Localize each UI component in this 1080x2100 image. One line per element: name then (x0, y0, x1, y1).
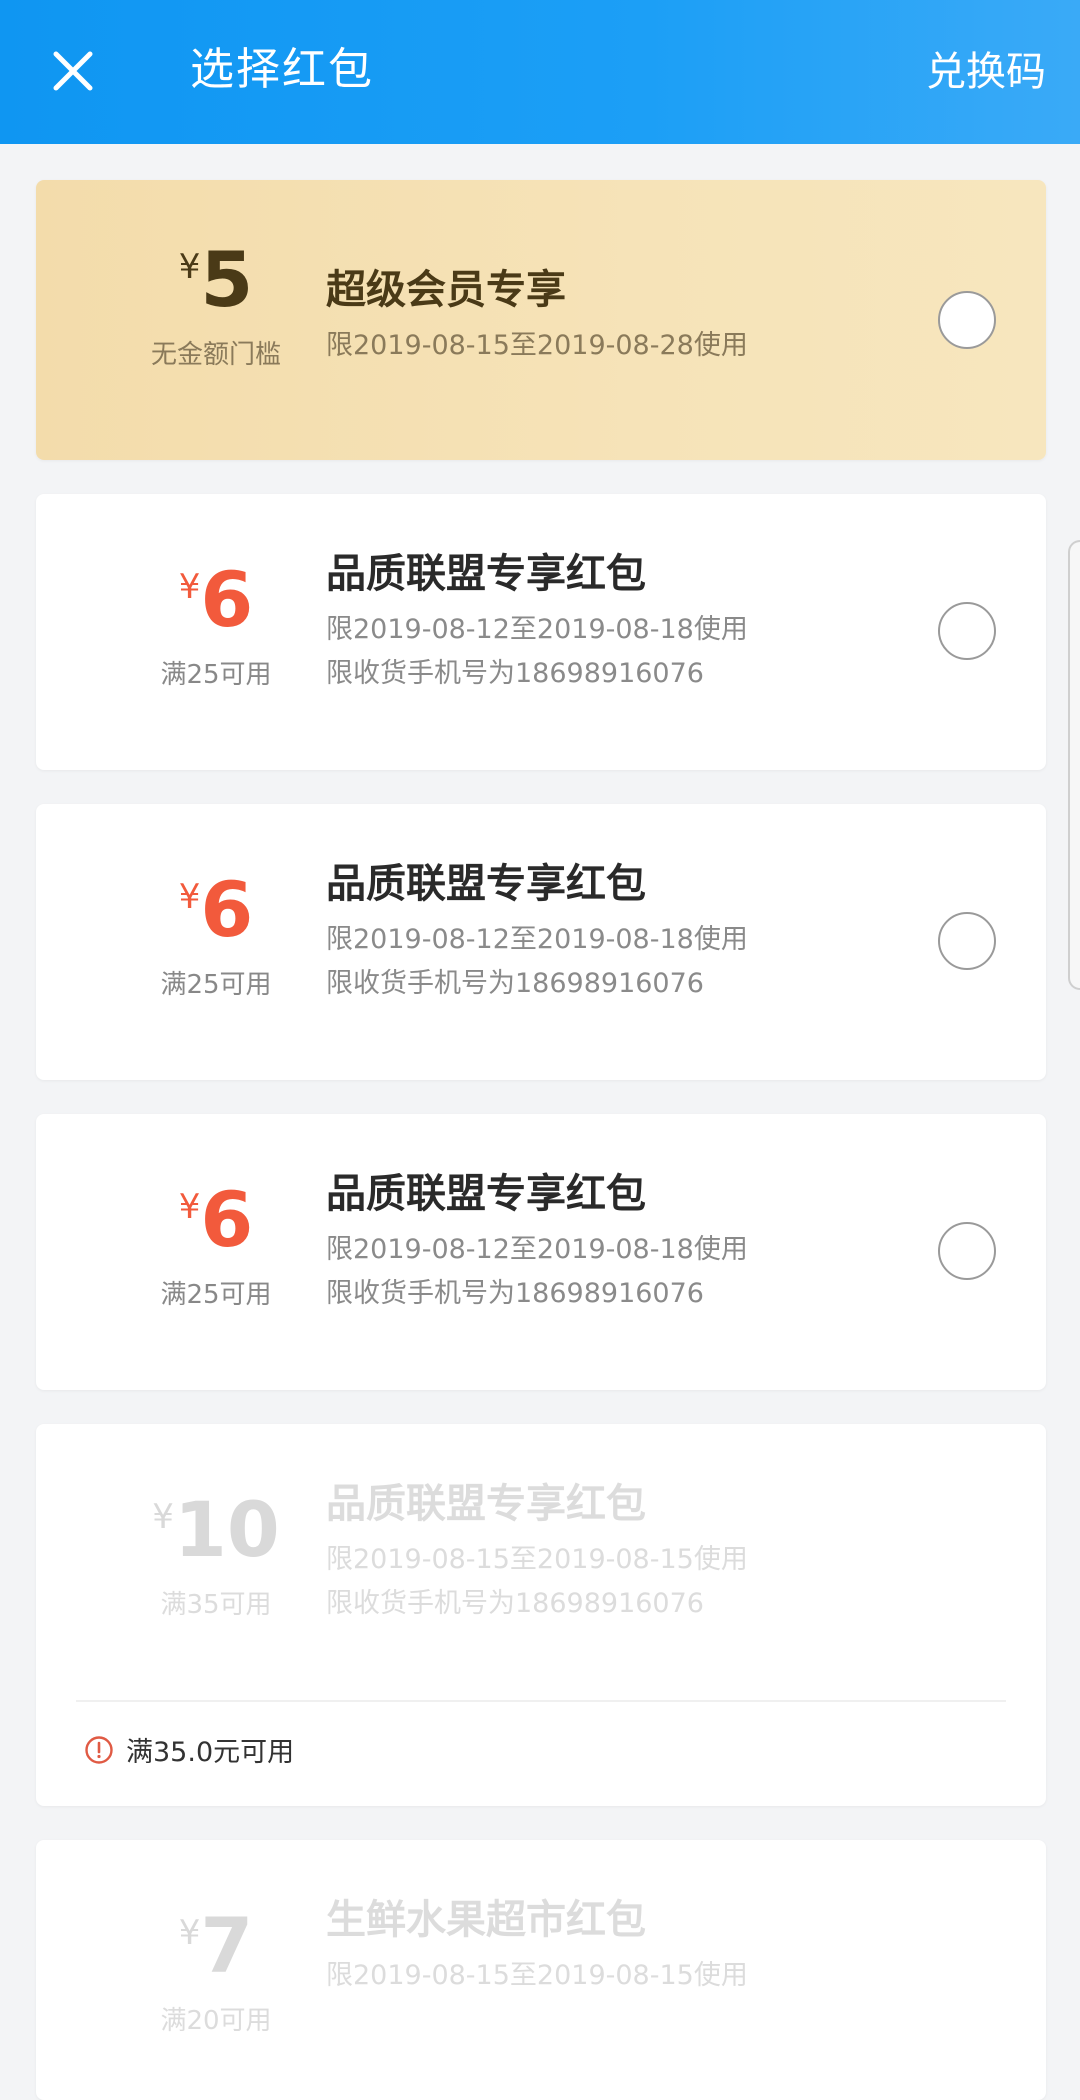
coupon-value: 7 (200, 1901, 254, 1990)
coupon-title: 品质联盟专享红包 (326, 1171, 646, 1217)
select-radio[interactable] (938, 602, 996, 660)
coupon-card[interactable]: ¥5 无金额门槛 超级会员专享 限2019-08-15至2019-08-28使用 (36, 180, 1046, 460)
coupon-phone-restriction: 限收货手机号为18698916076 (326, 968, 704, 999)
unavailable-reason: 满35.0元可用 (84, 1730, 294, 1769)
coupon-validity: 限2019-08-15至2019-08-28使用 (326, 330, 748, 361)
coupon-info: 生鲜水果超市红包 限2019-08-15至2019-08-15使用 (326, 1894, 946, 1998)
coupon-value: 5 (200, 235, 254, 324)
currency-symbol: ¥ (178, 1187, 201, 1227)
coupon-amount: ¥6 满25可用 (96, 562, 336, 691)
edge-scroll-handle[interactable] (1068, 540, 1080, 990)
coupon-amount: ¥6 满25可用 (96, 1182, 336, 1311)
coupon-condition: 满25可用 (160, 1280, 272, 1310)
coupon-condition: 满35可用 (160, 1590, 272, 1620)
coupon-info: 品质联盟专享红包 限2019-08-12至2019-08-18使用 限收货手机号… (326, 1168, 946, 1316)
coupon-condition: 满25可用 (160, 660, 272, 690)
select-radio[interactable] (938, 912, 996, 970)
coupon-phone-restriction: 限收货手机号为18698916076 (326, 658, 704, 689)
coupon-phone-restriction: 限收货手机号为18698916076 (326, 1278, 704, 1309)
currency-symbol: ¥ (178, 247, 201, 287)
coupon-validity: 限2019-08-12至2019-08-18使用 (326, 924, 748, 955)
coupon-title: 品质联盟专享红包 (326, 861, 646, 907)
coupon-title: 超级会员专享 (326, 267, 566, 313)
coupon-info: 品质联盟专享红包 限2019-08-12至2019-08-18使用 限收货手机号… (326, 548, 946, 696)
coupon-validity: 限2019-08-15至2019-08-15使用 (326, 1544, 748, 1575)
currency-symbol: ¥ (152, 1497, 174, 1537)
coupon-value: 6 (200, 865, 254, 954)
coupon-condition: 无金额门槛 (150, 340, 281, 370)
coupon-card-disabled: ¥7 满20可用 生鲜水果超市红包 限2019-08-15至2019-08-15… (36, 1840, 1046, 2100)
coupon-info: 品质联盟专享红包 限2019-08-15至2019-08-15使用 限收货手机号… (326, 1478, 946, 1626)
currency-symbol: ¥ (178, 1913, 201, 1953)
coupon-value: 10 (173, 1485, 280, 1574)
coupon-info: 品质联盟专享红包 限2019-08-12至2019-08-18使用 限收货手机号… (326, 858, 946, 1006)
warning-text: 满35.0元可用 (126, 1737, 295, 1768)
close-button[interactable] (38, 36, 108, 106)
redeem-code-button[interactable]: 兑换码 (926, 44, 1046, 100)
currency-symbol: ¥ (178, 567, 201, 607)
coupon-info: 超级会员专享 限2019-08-15至2019-08-28使用 (326, 264, 946, 368)
coupon-title: 品质联盟专享红包 (326, 1481, 646, 1527)
select-radio[interactable] (938, 1222, 996, 1280)
coupon-card[interactable]: ¥6 满25可用 品质联盟专享红包 限2019-08-12至2019-08-18… (36, 804, 1046, 1080)
coupon-validity: 限2019-08-12至2019-08-18使用 (326, 614, 748, 645)
coupon-validity: 限2019-08-12至2019-08-18使用 (326, 1234, 748, 1265)
coupon-value: 6 (200, 555, 254, 644)
coupon-card[interactable]: ¥6 满25可用 品质联盟专享红包 限2019-08-12至2019-08-18… (36, 1114, 1046, 1390)
coupon-phone-restriction: 限收货手机号为18698916076 (326, 1588, 704, 1619)
coupon-card[interactable]: ¥6 满25可用 品质联盟专享红包 限2019-08-12至2019-08-18… (36, 494, 1046, 770)
close-icon (53, 51, 93, 91)
card-divider (76, 1700, 1006, 1702)
currency-symbol: ¥ (178, 877, 201, 917)
coupon-validity: 限2019-08-15至2019-08-15使用 (326, 1960, 748, 1991)
coupon-card-disabled: ¥10 满35可用 品质联盟专享红包 限2019-08-15至2019-08-1… (36, 1424, 1046, 1806)
coupon-amount: ¥6 满25可用 (96, 872, 336, 1001)
coupon-amount: ¥5 无金额门槛 (96, 242, 336, 371)
page-title: 选择红包 (190, 44, 374, 95)
coupon-condition: 满25可用 (160, 970, 272, 1000)
coupon-amount: ¥7 满20可用 (96, 1908, 336, 2037)
coupon-value: 6 (200, 1175, 254, 1264)
select-radio[interactable] (938, 291, 996, 349)
warning-icon (85, 1735, 113, 1764)
coupon-condition: 满20可用 (160, 2006, 272, 2036)
coupon-title: 生鲜水果超市红包 (326, 1897, 646, 1943)
coupon-title: 品质联盟专享红包 (326, 551, 646, 597)
app-header: 选择红包 兑换码 (0, 0, 1080, 144)
coupon-amount: ¥10 满35可用 (96, 1492, 336, 1621)
